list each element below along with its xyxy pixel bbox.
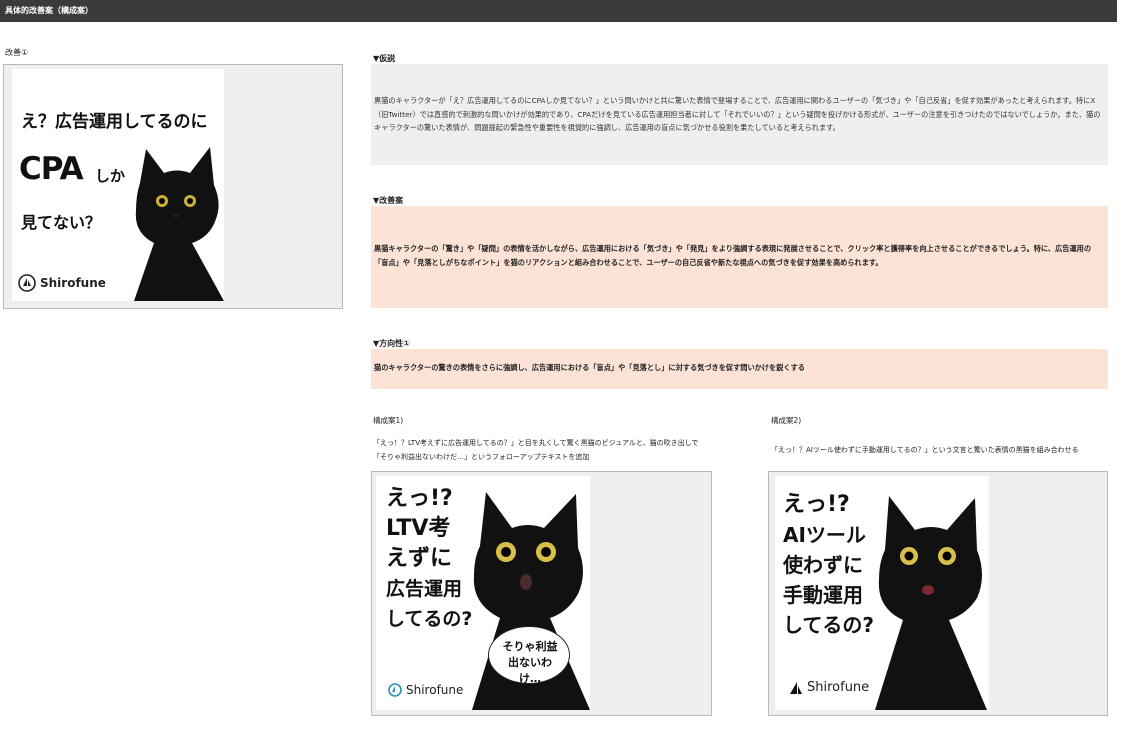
plan1-desc-line1: 「えっ！？LTV考えずに広告運用してるの？」と目を丸くして驚く黒猫のビジュアルと… [373,439,699,447]
plan2-label: 構成案2) [771,416,802,425]
black-cat-illustration [875,496,987,710]
brand-name: Shirofune [40,276,106,290]
proposal-panel: 黒猫キャラクターの「驚き」や「疑問」の表情を活かしながら、広告運用における「気づ… [371,206,1108,308]
plan2-ad-headline: えっ!? AIツール 使わずに 手動運用 してるの? [783,490,874,640]
bubble-line2: 出ないわけ… [508,656,552,685]
direction-panel: 猫のキャラクターの驚きの表情をさらに強調し、広告運用における「盲点」や「見落とし… [371,349,1108,389]
plan1-ad-card: えっ!? LTV考 えずに 広告運用 してるの? そりゃ利益 出ないわけ… Sh… [376,476,590,710]
plan2-ad-frame: えっ!? AIツール 使わずに 手動運用 してるの? Shirofune [768,471,1108,716]
brand-logo: Shirofune [388,683,463,697]
ad-headline-shika: しか [95,167,126,185]
ad-headline-line3: 見てない？ [21,213,102,232]
plan1-ad-line: えずに [386,546,453,571]
ad-headline-cpa: CPA [19,151,84,187]
brand-logo: Shirofune [789,680,869,695]
ad-headline-line1: え？広告運用してるのに [21,112,208,132]
page-header: 具体的改善案（構成案） [0,0,1117,22]
improvement-ad-card: え？広告運用してるのに CPA しか 見てない？ Shirofune [12,69,224,301]
direction-heading: ▼方向性① [373,339,410,348]
plan2-desc: 「えっ！？AIツール使わずに手動運用してるの？」という文言と驚いた表情の黒猫を組… [771,446,1079,454]
black-cat-illustration [134,147,224,301]
plan1-desc-line2: 「そりゃ利益出ないわけだ…」というフォローアップテキストを追加 [373,453,590,461]
shirofune-logo-icon [18,274,36,292]
speech-bubble-text: そりゃ利益 出ないわけ… [498,639,562,687]
plan2-ad-line: AIツール [783,523,866,547]
hypothesis-heading: ▼仮説 [373,54,396,63]
direction-text: 猫のキャラクターの驚きの表情をさらに強調し、広告運用における「盲点」や「見落とし… [374,363,805,372]
improvement-ad-frame: え？広告運用してるのに CPA しか 見てない？ Shirofune [3,64,343,309]
brand-name: Shirofune [807,680,870,695]
hypothesis-panel: 黒猫のキャラクターが「え？広告運用してるのにCPAしか見てない？」という問いかけ… [371,64,1108,165]
improvement-label: 改善① [5,48,29,57]
proposal-text: 黒猫キャラクターの「驚き」や「疑問」の表情を活かしながら、広告運用における「気づ… [374,244,1092,267]
plan1-ad-line: えっ!? [386,486,453,511]
plan2-ad-line: 手動運用 [783,583,863,607]
plan1-ad-line: 広告運用 [386,578,463,600]
plan2-ad-line: えっ!? [783,492,850,517]
shirofune-logo-icon [790,681,802,694]
hypothesis-text: 黒猫のキャラクターが「え？広告運用してるのにCPAしか見てない？」という問いかけ… [374,96,1101,132]
plan1-ad-frame: えっ!? LTV考 えずに 広告運用 してるの? そりゃ利益 出ないわけ… Sh… [371,471,712,716]
plan2-ad-line: 使わずに [783,553,863,577]
plan1-ad-line: してるの? [386,608,473,630]
brand-logo: Shirofune [18,274,106,292]
plan1-label: 構成案1) [373,416,404,425]
proposal-heading: ▼改善案 [373,196,404,205]
brand-name: Shirofune [406,683,464,697]
shirofune-logo-icon [388,683,402,697]
plan1-ad-headline: えっ!? LTV考 えずに 広告運用 してるの? [386,484,472,634]
plan1-ad-line: LTV考 [386,516,451,541]
bubble-line1: そりゃ利益 [502,640,558,653]
plan2-ad-line: してるの? [783,613,875,637]
plan2-ad-card: えっ!? AIツール 使わずに 手動運用 してるの? Shirofune [775,476,989,710]
